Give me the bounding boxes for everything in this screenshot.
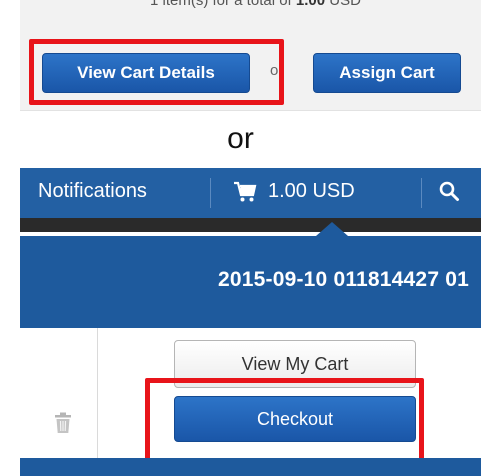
- column-divider: [97, 328, 98, 458]
- nav-divider: [421, 178, 422, 208]
- summary-prefix: 1 item(s) for a total of: [150, 0, 292, 9]
- or-separator: or: [227, 122, 254, 155]
- nav-divider: [210, 178, 211, 208]
- trash-icon[interactable]: [54, 412, 72, 434]
- dropdown-pointer: [316, 222, 348, 236]
- assign-cart-button[interactable]: Assign Cart: [313, 53, 461, 93]
- notifications-link[interactable]: Notifications: [38, 180, 147, 203]
- highlight-box-view-details: [29, 39, 284, 105]
- cart-amount-link[interactable]: 1.00 USD: [268, 180, 355, 203]
- cart-title: 2015-09-10 011814427 01: [217, 268, 469, 291]
- summary-amount: 1.00: [295, 0, 326, 9]
- cart-dropdown-footer: [20, 458, 481, 476]
- top-navbar: Notifications 1.00 USD: [20, 168, 481, 218]
- search-icon[interactable]: [438, 180, 460, 202]
- summary-currency: USD: [329, 0, 361, 9]
- highlight-box-checkout: [145, 378, 424, 464]
- dropdown-shadow-strip: [20, 218, 481, 232]
- cart-icon[interactable]: [233, 181, 257, 203]
- cart-dropdown-header: 2015-09-10 011814427 01: [20, 236, 481, 328]
- cart-summary-text: 1 item(s) for a total of 1.00 USD: [150, 0, 361, 9]
